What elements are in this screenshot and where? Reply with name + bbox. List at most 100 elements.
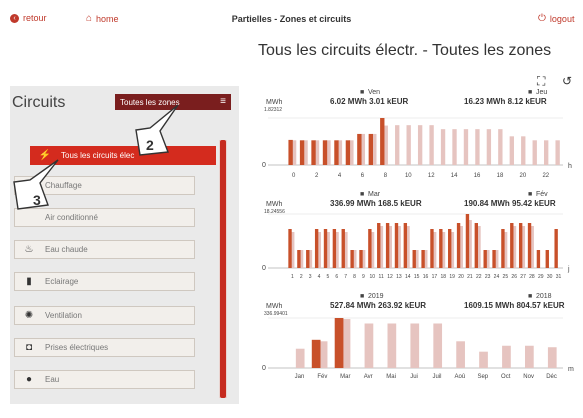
bar-Mar: [341, 229, 345, 268]
bar-Ven: [357, 133, 362, 165]
legend-summary-b: 1609.15 MWh 804.57 kEUR: [464, 301, 565, 310]
bar-Mar: [323, 229, 328, 268]
legend-name-a: 2019: [368, 293, 384, 300]
bar-Mar: [314, 229, 319, 268]
legend-name-b: Fév: [536, 191, 548, 198]
x-tick-label: Mai: [386, 374, 396, 380]
legend-swatch-a: ■: [360, 293, 364, 300]
bar-Jeu: [521, 136, 526, 165]
x-unit: m: [568, 366, 574, 373]
legend-summary-a: 527.84 MWh 263.92 kEUR: [330, 301, 426, 310]
legend-summary-b: 190.84 MWh 95.42 kEUR: [464, 199, 556, 208]
x-tick-label: Juil: [432, 374, 441, 380]
legend-summary-b: 16.23 MWh 8.12 kEUR: [464, 97, 547, 106]
bar-Jeu: [395, 125, 400, 165]
bar-Ven: [299, 140, 305, 165]
x-tick-label: 4: [318, 274, 321, 280]
x-tick-label: Jan: [295, 374, 305, 380]
legend-swatch-a: ■: [360, 89, 364, 96]
x-tick-label: 22: [476, 274, 482, 280]
x-tick-label: 8: [353, 274, 356, 280]
bar-Mar: [439, 229, 443, 268]
bar-Mar: [306, 250, 310, 268]
x-tick-label: 13: [396, 274, 402, 280]
bar-Ven: [311, 140, 316, 165]
bar-Mar: [350, 250, 354, 268]
legend-summary-a: 336.99 MWh 168.5 kEUR: [330, 199, 422, 208]
bar-Jeu: [417, 125, 423, 165]
x-tick-label: 18: [497, 173, 504, 179]
x-tick-label: Jui: [410, 374, 418, 380]
bar-2018: [364, 323, 374, 368]
y-max-label: 336.99401: [264, 311, 288, 317]
x-tick-label: 10: [405, 173, 412, 179]
x-tick-label: Sep: [477, 374, 488, 380]
y-zero-label: 0: [262, 265, 266, 272]
x-tick-label: 5: [327, 274, 330, 280]
bar-Mar: [288, 229, 292, 268]
x-tick-label: 7: [344, 274, 347, 280]
x-tick-label: 18: [440, 274, 446, 280]
x-tick-label: 11: [379, 274, 384, 280]
bar-2018: [387, 323, 397, 368]
x-unit: h: [568, 163, 572, 170]
x-tick-label: 0: [292, 173, 296, 179]
x-tick-label: 22: [542, 173, 549, 179]
bar-Ven: [334, 140, 339, 165]
x-tick-label: 12: [387, 274, 393, 280]
x-tick-label: 14: [451, 173, 458, 179]
x-tick-label: Aoû: [455, 374, 466, 380]
bar-Mar: [492, 250, 496, 268]
bar-2018: [479, 351, 488, 368]
bar-Ven: [288, 139, 293, 165]
y-unit: MWh: [266, 303, 282, 310]
charts-svg: ■ Ven ■ Jeu 6.02 MWh 3.01 kEUR 16.23 MWh 8.12…: [262, 89, 574, 380]
x-tick-label: 16: [474, 173, 481, 179]
bar-2018: [547, 347, 557, 368]
legend-name-b: 2018: [536, 293, 552, 300]
bar-Jeu: [475, 129, 480, 165]
x-tick-label: 2: [315, 173, 319, 179]
bar-Mar: [510, 223, 514, 268]
legend-swatch-b: ■: [528, 191, 532, 198]
x-tick-label: 20: [458, 274, 464, 280]
x-tick-label: 26: [511, 274, 517, 280]
x-tick-label: 16: [423, 274, 429, 280]
bar-Mar: [465, 214, 470, 268]
x-tick-label: 14: [405, 274, 411, 280]
bar-Jeu: [498, 129, 503, 165]
x-tick-label: 25: [503, 274, 509, 280]
y-unit: MWh: [266, 201, 282, 208]
x-tick-label: Déc: [546, 374, 557, 380]
x-unit: j: [567, 266, 570, 273]
x-tick-label: 28: [529, 274, 535, 280]
bar-2018: [410, 323, 420, 368]
bar-Mar: [368, 229, 372, 268]
bar-Mar: [377, 223, 381, 268]
x-tick-label: 24: [494, 274, 500, 280]
bar-Mar: [297, 250, 301, 268]
x-tick-label: 19: [449, 274, 455, 280]
bar-Mar: [359, 250, 363, 268]
x-tick-label: 6: [361, 173, 365, 179]
legend-swatch-b: ■: [528, 89, 532, 96]
y-max-label: 1.82312: [264, 107, 282, 113]
x-tick-label: 10: [369, 274, 375, 280]
bar-2018: [456, 341, 465, 368]
x-tick-label: 6: [335, 274, 338, 280]
bar-Mar: [430, 229, 434, 268]
bar-Ven: [345, 140, 351, 165]
x-tick-label: 23: [485, 274, 491, 280]
bar-Mar: [448, 229, 452, 268]
legend-summary-a: 6.02 MWh 3.01 kEUR: [330, 97, 408, 106]
x-tick-label: 3: [309, 274, 312, 280]
bar-Jeu: [463, 129, 469, 165]
x-tick-label: 1: [291, 274, 294, 280]
bar-2018: [502, 345, 511, 368]
legend-name-a: Ven: [368, 89, 380, 96]
y-unit: MWh: [266, 99, 282, 106]
legend-name-b: Jeu: [536, 89, 547, 96]
bar-Jeu: [440, 129, 446, 165]
bar-Ven: [380, 118, 385, 165]
bar-Jeu: [406, 125, 411, 165]
